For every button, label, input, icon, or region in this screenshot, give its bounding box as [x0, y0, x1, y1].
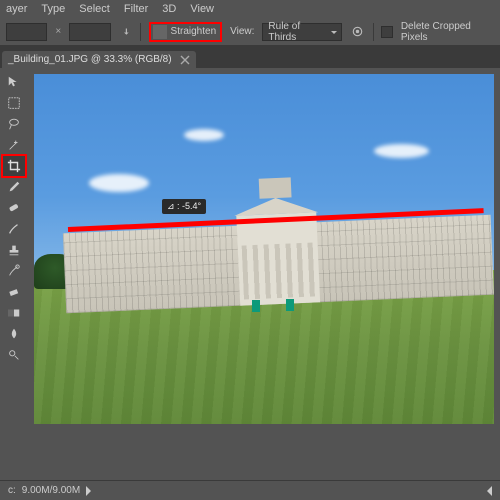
delete-cropped-label: Delete Cropped Pixels	[401, 21, 494, 43]
straighten-label: Straighten	[171, 26, 217, 37]
menu-bar: ayer Type Select Filter 3D View	[0, 0, 500, 18]
dodge-tool[interactable]	[3, 345, 25, 365]
swap-dimensions-icon[interactable]	[119, 25, 132, 39]
scroll-left-icon[interactable]	[482, 486, 492, 496]
view-label: View:	[230, 26, 254, 37]
marquee-tool[interactable]	[3, 93, 25, 113]
move-tool[interactable]	[3, 72, 25, 92]
status-flyout-icon[interactable]	[86, 486, 96, 496]
overlay-value: Rule of Thirds	[268, 21, 326, 43]
ruler-icon	[153, 25, 167, 39]
menu-select[interactable]: Select	[79, 3, 110, 15]
crop-height-field[interactable]	[69, 23, 110, 41]
crop-width-field[interactable]	[6, 23, 47, 41]
image-cloud	[89, 174, 149, 192]
menu-layer[interactable]: ayer	[6, 3, 27, 15]
document-tab[interactable]: _Building_01.JPG @ 33.3% (RGB/8)	[2, 51, 196, 68]
angle-value: ⊿ : -5.4°	[167, 201, 201, 212]
gradient-tool[interactable]	[3, 303, 25, 323]
eraser-tool[interactable]	[3, 282, 25, 302]
status-bar: c: 9.00M/9.00M	[0, 480, 500, 500]
tab-title: _Building_01.JPG @ 33.3% (RGB/8)	[8, 54, 172, 65]
menu-view[interactable]: View	[190, 3, 214, 15]
options-bar: × Straighten View: Rule of Thirds Delete…	[0, 18, 500, 46]
close-tab-icon[interactable]	[180, 55, 190, 65]
wand-tool[interactable]	[3, 135, 25, 155]
image-canvas[interactable]: ⊿ : -5.4°	[34, 74, 494, 424]
separator	[140, 23, 141, 41]
image-portacabin	[286, 299, 294, 311]
image-cloud	[374, 144, 429, 158]
delete-cropped-checkbox[interactable]	[381, 26, 392, 38]
history-brush-tool[interactable]	[3, 261, 25, 281]
menu-type[interactable]: Type	[41, 3, 65, 15]
document-tab-bar: _Building_01.JPG @ 33.3% (RGB/8)	[0, 46, 500, 68]
image-portacabin	[252, 300, 260, 312]
eyedropper-tool[interactable]	[3, 177, 25, 197]
blur-tool[interactable]	[3, 324, 25, 344]
brush-tool[interactable]	[3, 219, 25, 239]
straighten-button[interactable]: Straighten	[149, 22, 223, 42]
doc-label: c:	[8, 485, 16, 496]
menu-3d[interactable]: 3D	[162, 3, 176, 15]
workspace: ⊿ : -5.4°	[0, 68, 500, 480]
tool-palette	[0, 68, 28, 480]
image-cloud	[184, 129, 224, 141]
menu-filter[interactable]: Filter	[124, 3, 148, 15]
lasso-tool[interactable]	[3, 114, 25, 134]
stamp-tool[interactable]	[3, 240, 25, 260]
separator	[373, 23, 374, 41]
heal-tool[interactable]	[3, 198, 25, 218]
overlay-options-icon[interactable]	[350, 24, 365, 40]
overlay-dropdown[interactable]: Rule of Thirds	[262, 23, 341, 41]
crop-tool[interactable]	[3, 156, 25, 176]
angle-indicator: ⊿ : -5.4°	[162, 199, 206, 214]
x-separator: ×	[55, 26, 61, 37]
canvas-area[interactable]: ⊿ : -5.4°	[28, 68, 500, 480]
doc-size: 9.00M/9.00M	[22, 485, 80, 496]
